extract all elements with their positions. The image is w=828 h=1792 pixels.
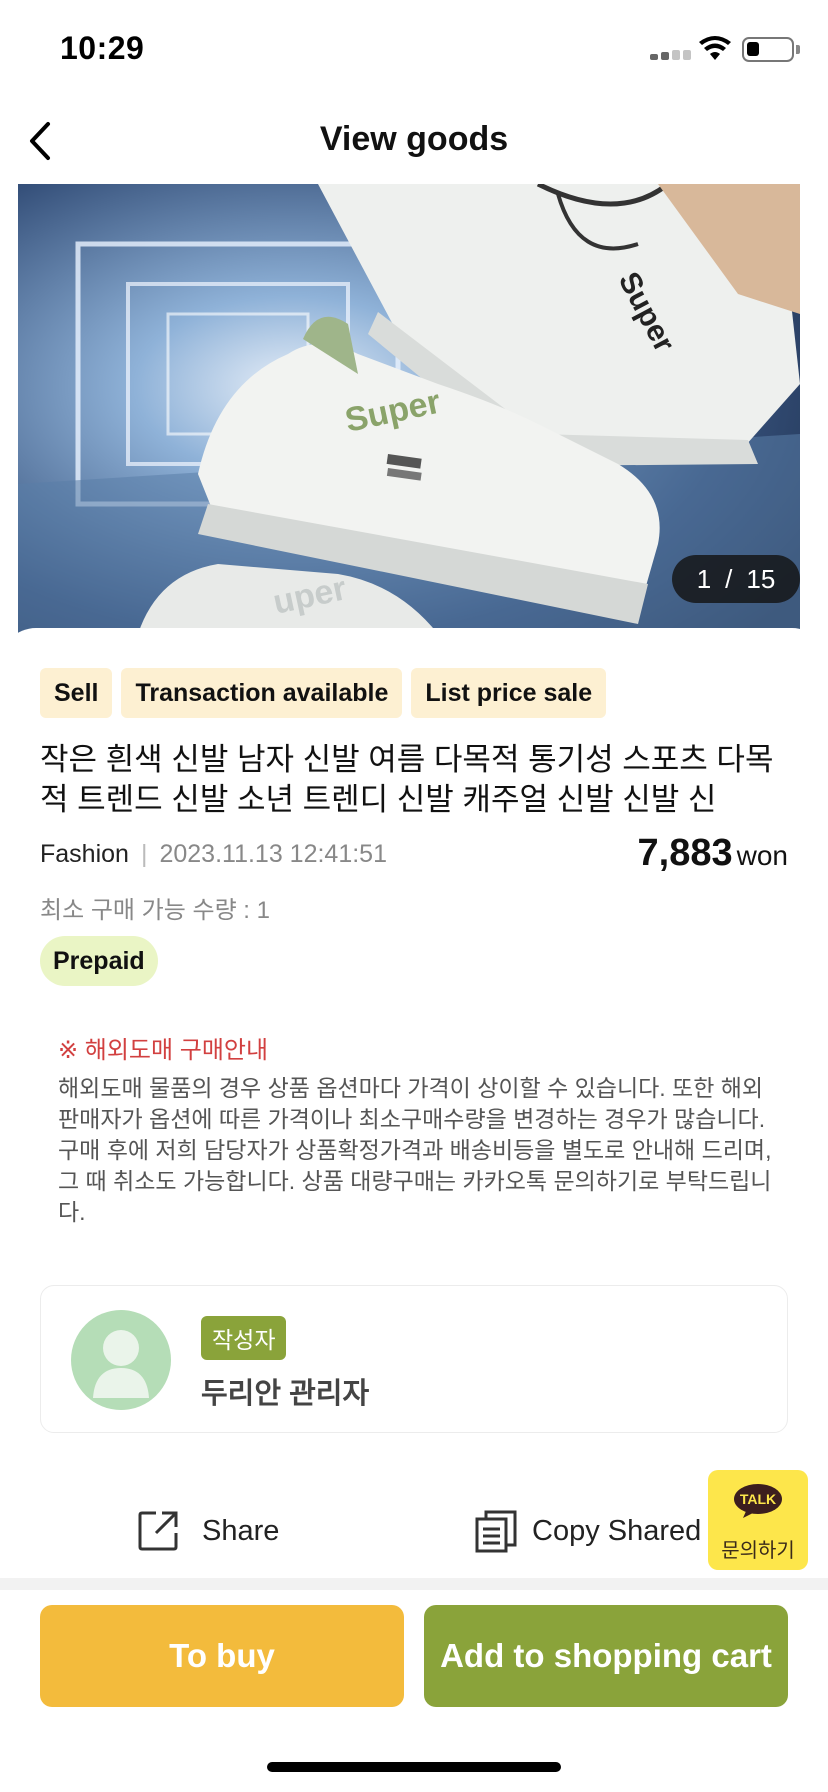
copy-shared-label: Copy Shared (532, 1514, 702, 1547)
product-title: 작은 흰색 신발 남자 신발 여름 다목적 통기성 스포츠 다목적 트렌드 신발… (40, 742, 774, 817)
share-icon (138, 1511, 178, 1551)
image-counter-separator: / (725, 563, 733, 594)
copy-icon (475, 1510, 517, 1553)
image-counter: 1 / 15 (672, 555, 800, 603)
section-divider (0, 1578, 828, 1590)
price-unit: won (736, 840, 788, 871)
minimum-quantity: 최소 구매 가능 수량 : 1 (40, 897, 270, 924)
page-title: View goods (319, 120, 509, 158)
cellular-signal-icon (650, 50, 692, 60)
add-to-cart-button[interactable]: Add to shopping cart (424, 1605, 788, 1707)
author-name: 두리안 관리자 (201, 1378, 370, 1410)
status-bar: 10:29 (0, 0, 828, 98)
image-counter-current: 1 (696, 563, 712, 594)
battery-cap (796, 45, 800, 54)
talk-label: 문의하기 (721, 1540, 795, 1562)
product-info-sheet: Sell Transaction available List price sa… (0, 628, 828, 1588)
copy-shared-button[interactable]: Copy Shared (474, 1506, 701, 1556)
notice-body: 해외도매 물품의 경우 상품 옵션마다 가격이 상이할 수 있습니다. 또한 해… (58, 1075, 772, 1225)
avatar (71, 1310, 171, 1410)
purchase-notice: ※ 해외도매 구매안내 해외도매 물품의 경우 상품 옵션마다 가격이 상이할 … (58, 1030, 778, 1228)
talk-bubble-icon: TALK (734, 1484, 782, 1518)
author-card: 작성자 두리안 관리자 (40, 1285, 788, 1433)
wifi-icon (699, 36, 731, 60)
share-button[interactable]: Share (136, 1506, 279, 1556)
payment-badge: Prepaid (40, 936, 158, 986)
home-indicator[interactable] (267, 1762, 561, 1772)
user-avatar-icon (93, 1330, 149, 1398)
buy-button[interactable]: To buy (40, 1605, 404, 1707)
battery-icon (742, 37, 794, 62)
status-time: 10:29 (60, 30, 145, 66)
author-badge: 작성자 (201, 1316, 287, 1360)
tag-sell: Sell (40, 668, 113, 718)
product-meta: Fashion | 2023.11.13 12:41:51 7,883 won (40, 832, 788, 880)
tag-list: Sell Transaction available List price sa… (40, 668, 607, 718)
talk-bubble-text: TALK (740, 1491, 776, 1507)
tag-list-price-sale: List price sale (411, 668, 607, 718)
share-label: Share (202, 1514, 280, 1547)
product-price: 7,883 won (638, 832, 788, 875)
nav-bar: View goods (0, 98, 828, 184)
image-counter-total: 15 (746, 563, 776, 594)
product-date: 2023.11.13 12:41:51 (159, 840, 387, 868)
product-category: Fashion (40, 840, 129, 868)
price-value: 7,883 (637, 832, 733, 874)
tag-transaction-available: Transaction available (121, 668, 403, 718)
kakao-talk-button[interactable]: TALK 문의하기 (708, 1470, 808, 1570)
notice-title: ※ 해외도매 구매안내 (58, 1037, 269, 1064)
meta-separator: | (140, 840, 148, 868)
